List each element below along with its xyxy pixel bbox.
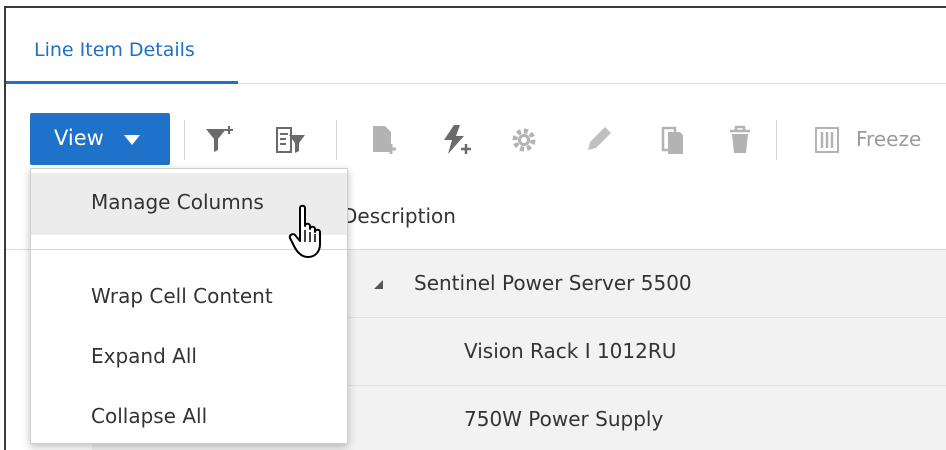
toolbar-divider (776, 120, 777, 160)
row-description: 750W Power Supply (464, 407, 664, 431)
row-description: Sentinel Power Server 5500 (414, 271, 692, 295)
filter-options-icon[interactable] (272, 122, 308, 158)
settings-icon[interactable] (506, 122, 542, 158)
view-menu-button[interactable]: View (30, 113, 170, 165)
toolbar-divider (184, 120, 185, 160)
expand-triangle-icon[interactable] (374, 280, 383, 289)
tab-bar: Line Item Details (6, 8, 946, 84)
caret-down-icon (124, 135, 140, 145)
freeze-icon[interactable] (810, 122, 846, 158)
menu-item-label: Wrap Cell Content (91, 284, 273, 308)
edit-icon[interactable] (580, 122, 616, 158)
menu-item-label: Expand All (91, 344, 197, 368)
tab-label: Line Item Details (34, 39, 195, 61)
menu-item-label: Collapse All (91, 404, 208, 428)
row-description: Vision Rack I 1012RU (464, 339, 677, 363)
hand-pointer-icon (288, 204, 332, 260)
add-document-icon[interactable] (366, 122, 402, 158)
quick-add-icon[interactable] (438, 122, 474, 158)
delete-icon[interactable] (722, 122, 758, 158)
column-header-description[interactable]: Description (342, 204, 456, 228)
menu-item-wrap-cell-content[interactable]: Wrap Cell Content (31, 267, 347, 329)
menu-item-collapse-all[interactable]: Collapse All (31, 387, 347, 449)
freeze-button-label[interactable]: Freeze (856, 127, 921, 151)
view-button-label: View (54, 126, 104, 150)
tab-line-item-details[interactable]: Line Item Details (6, 30, 238, 84)
menu-item-expand-all[interactable]: Expand All (31, 327, 347, 389)
filter-add-icon[interactable] (202, 122, 238, 158)
toolbar-divider (336, 120, 337, 160)
app-frame: Line Item Details View Freeze Descriptio… (4, 6, 946, 450)
menu-item-label: Manage Columns (91, 190, 264, 214)
toolbar: View Freeze (6, 110, 946, 168)
copy-icon[interactable] (654, 122, 690, 158)
